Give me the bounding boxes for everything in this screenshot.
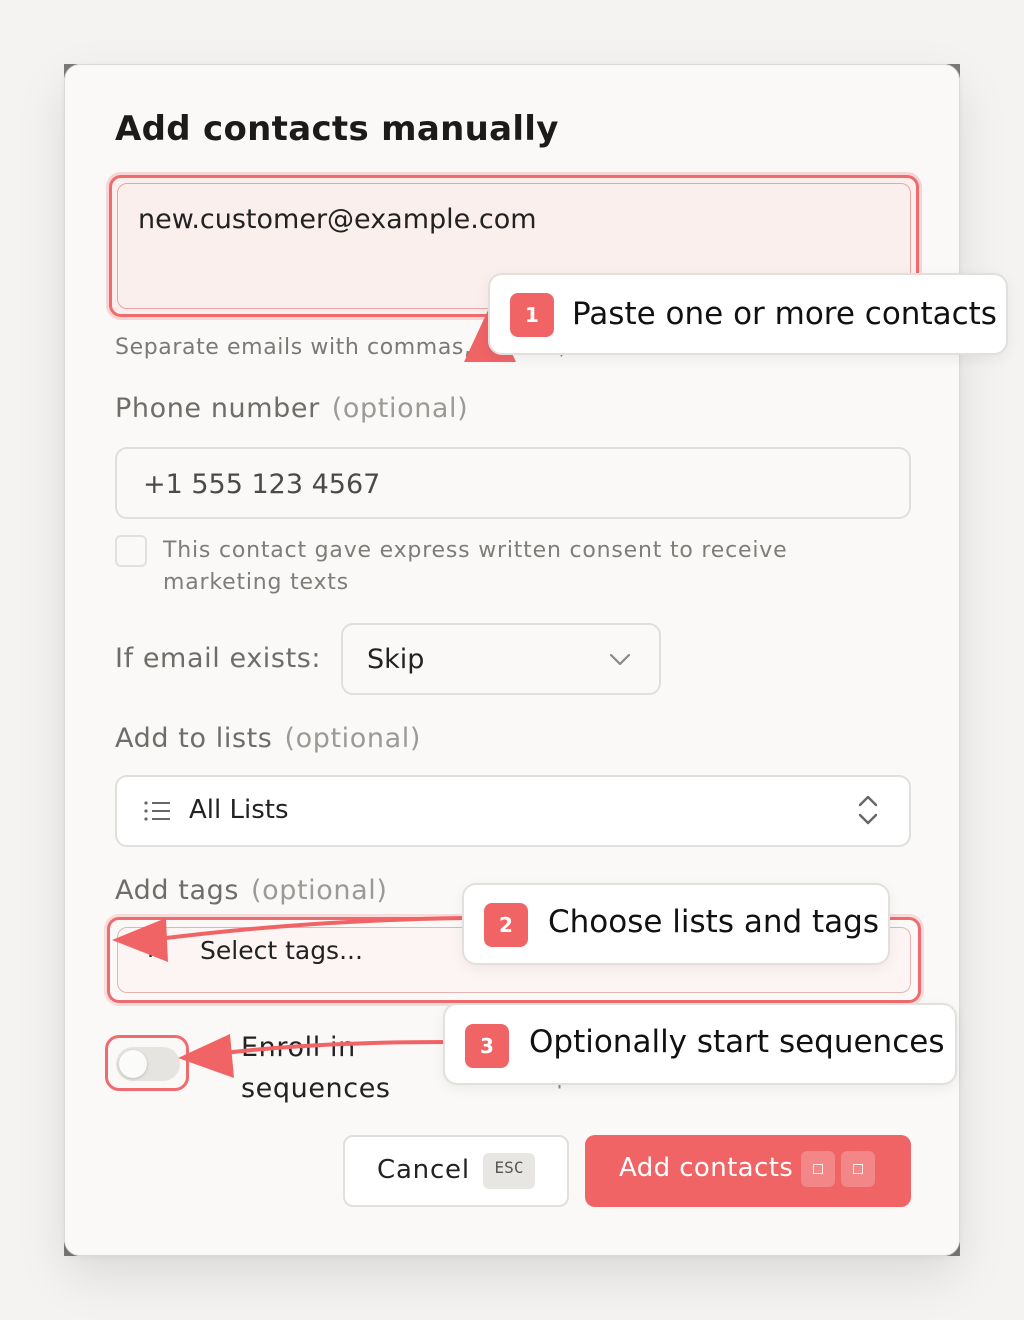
up-down-chevron-icon <box>858 795 878 825</box>
if-email-exists-value: Skip <box>367 644 425 675</box>
callout-1-text: Paste one or more contacts <box>572 296 997 332</box>
tags-label: Add tags (optional) <box>115 875 388 906</box>
tags-placeholder: Select tags... <box>200 936 363 965</box>
callout-1: 1 Paste one or more contacts <box>488 273 1008 355</box>
phone-input-value: +1 555 123 4567 <box>143 469 381 500</box>
enroll-toggle-track <box>116 1047 180 1081</box>
phone-optional-text: (optional) <box>331 393 469 424</box>
enter-key-icon <box>841 1151 875 1187</box>
callout-1-badge: 1 <box>510 293 554 337</box>
list-icon <box>144 801 170 821</box>
chevron-down-icon <box>609 653 631 666</box>
consent-checkbox[interactable] <box>115 535 147 567</box>
callout-3-text: Optionally start sequences <box>529 1024 945 1060</box>
cancel-button[interactable]: Cancel ESC <box>343 1135 569 1207</box>
lists-optional-text: (optional) <box>284 723 421 754</box>
enroll-toggle[interactable] <box>105 1035 189 1091</box>
cancel-button-label: Cancel <box>377 1155 470 1185</box>
email-textarea-value: new.customer@example.com <box>138 204 537 235</box>
enroll-label: Enroll in sequences <box>241 1032 391 1104</box>
modal-title: Add contacts manually <box>115 109 559 149</box>
phone-label-text: Phone number <box>115 393 320 424</box>
enroll-toggle-knob <box>119 1050 147 1078</box>
add-contacts-button-label: Add contacts <box>619 1153 794 1183</box>
lists-label-text: Add to lists <box>115 723 273 754</box>
plus-icon: + <box>138 930 164 965</box>
callout-2-badge: 2 <box>484 903 528 947</box>
lists-label: Add to lists (optional) <box>115 723 421 754</box>
phone-label: Phone number (optional) <box>115 393 468 424</box>
tags-label-text: Add tags <box>115 875 239 906</box>
add-contacts-button[interactable]: Add contacts <box>585 1135 911 1207</box>
esc-shortcut-badge: ESC <box>483 1153 535 1189</box>
tags-optional-text: (optional) <box>251 875 388 906</box>
if-email-exists-select[interactable]: Skip <box>341 623 661 695</box>
phone-input[interactable]: +1 555 123 4567 <box>115 447 911 519</box>
callout-2-text: Choose lists and tags <box>548 904 879 940</box>
callout-3: 3 Optionally start sequences <box>443 1003 957 1085</box>
callout-3-badge: 3 <box>465 1024 509 1068</box>
lists-select[interactable]: All Lists <box>115 775 911 847</box>
callout-2: 2 Choose lists and tags <box>462 883 890 965</box>
if-email-exists-label: If email exists: <box>115 643 322 674</box>
consent-label: This contact gave express written consen… <box>163 538 788 595</box>
lists-select-value: All Lists <box>189 795 289 825</box>
cmd-key-icon <box>801 1151 835 1187</box>
